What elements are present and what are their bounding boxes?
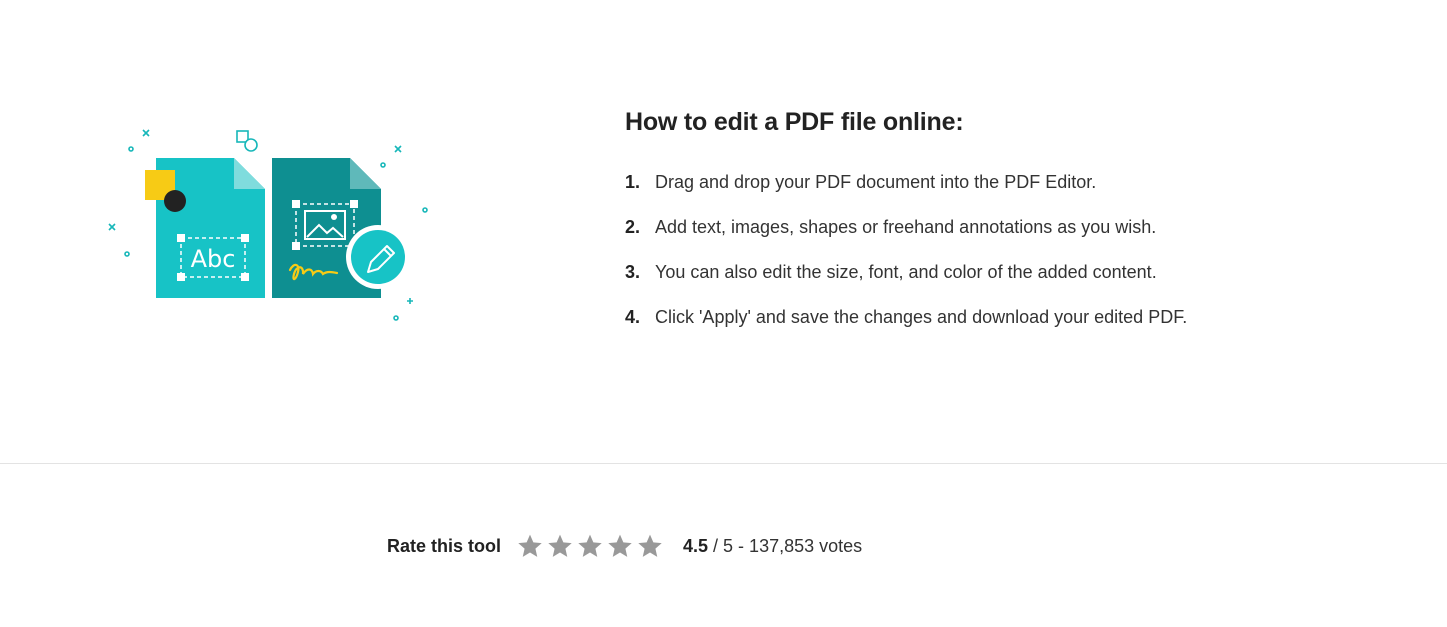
howto-section: How to edit a PDF file online: 1. Drag a… — [625, 105, 1385, 349]
step-number: 4. — [625, 307, 641, 327]
howto-step: 1. Drag and drop your PDF document into … — [625, 169, 1385, 214]
howto-title: How to edit a PDF file online: — [625, 108, 964, 136]
step-text: Drag and drop your PDF document into the… — [655, 172, 1097, 192]
step-number: 1. — [625, 172, 641, 192]
step-text: You can also edit the size, font, and co… — [655, 262, 1157, 282]
howto-step: 3. You can also edit the size, font, and… — [625, 259, 1385, 304]
star-icon[interactable] — [517, 533, 543, 559]
howto-step: 2. Add text, images, shapes or freehand … — [625, 214, 1385, 259]
rating-score: 4.5 — [683, 535, 709, 556]
rate-tool-label: Rate this tool — [387, 535, 502, 556]
text-document-icon: Abc — [145, 158, 265, 298]
star-rating — [517, 533, 667, 559]
step-text: Add text, images, shapes or freehand ann… — [655, 217, 1157, 237]
rating-section: Rate this tool 4.5 / 5 - 137,853 votes — [387, 531, 862, 561]
abc-sample-text: Abc — [191, 245, 236, 273]
star-icon[interactable] — [577, 533, 603, 559]
step-number: 3. — [625, 262, 641, 282]
howto-steps-list: 1. Drag and drop your PDF document into … — [625, 169, 1385, 349]
howto-step: 4. Click 'Apply' and save the changes an… — [625, 304, 1385, 349]
star-icon[interactable] — [637, 533, 663, 559]
pdf-editor-illustration: Abc — [100, 120, 440, 330]
pdf-editor-illustration-graphic: Abc — [108, 129, 428, 321]
star-icon[interactable] — [547, 533, 573, 559]
step-number: 2. — [625, 217, 641, 237]
rating-votes: / 5 - 137,853 votes — [713, 535, 863, 556]
pen-edit-icon — [346, 225, 410, 289]
section-divider — [0, 463, 1447, 464]
step-text: Click 'Apply' and save the changes and d… — [655, 307, 1188, 327]
star-icon[interactable] — [607, 533, 633, 559]
